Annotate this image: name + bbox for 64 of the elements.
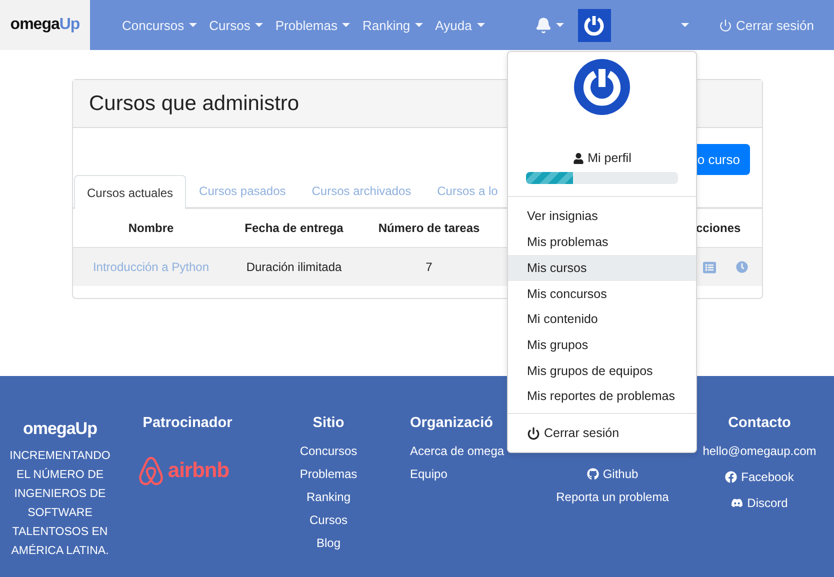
table-cell-text: Duración ilimitada — [245, 260, 343, 274]
caret-icon — [556, 23, 564, 27]
nav-menu-link[interactable]: Problemas — [275, 18, 350, 32]
user-avatar-button[interactable] — [578, 8, 611, 42]
column-header: Fecha de entrega — [244, 221, 344, 235]
column-header: Nombre — [127, 221, 175, 235]
facebook-icon — [725, 471, 738, 483]
card-title: Cursos que administro — [89, 92, 300, 116]
notifications-button[interactable] — [534, 16, 564, 34]
power-icon — [527, 426, 540, 440]
caret-icon — [255, 23, 264, 27]
column-header: cciones — [696, 221, 742, 235]
tagline: INCREMENTANDO EL NÚMERO DE INGENIEROS DE SOFTWARE TALENTOSOS EN AMÉRICA LATINA. — [8, 449, 112, 559]
caret-icon[interactable] — [680, 23, 689, 27]
logout-menu-item[interactable]: Cerrar sesión — [508, 414, 696, 452]
footer-link[interactable]: Github — [586, 465, 638, 483]
profile-link[interactable]: Mi perfil — [572, 151, 632, 165]
menu-item[interactable]: Mis concursos — [508, 280, 696, 306]
caret-icon — [476, 23, 485, 27]
site-logo[interactable]: omegaUp — [10, 16, 80, 34]
menu-item[interactable]: Mis reportes de problemas — [508, 383, 696, 410]
footer-logo: omegaUp — [23, 419, 97, 439]
footer-link[interactable]: Reporta un problema — [556, 488, 669, 506]
github-icon — [586, 468, 599, 480]
footer-heading: Patrocinador — [142, 414, 232, 433]
list-icon[interactable] — [703, 260, 716, 274]
footer-link[interactable]: Acerca de omega — [410, 442, 504, 460]
bell-icon — [534, 16, 552, 34]
discord-icon — [731, 497, 744, 509]
footer-heading: Organizació — [410, 414, 493, 433]
column-header: Número de tareas — [377, 221, 481, 235]
footer-link[interactable]: Discord — [731, 494, 788, 512]
caret-icon — [342, 23, 350, 27]
clock-icon[interactable] — [736, 260, 748, 272]
caret-icon — [415, 23, 424, 27]
menu-item[interactable]: Mis grupos — [508, 332, 696, 358]
logout-link[interactable]: Cerrar sesión — [718, 18, 814, 32]
table-cell-text: 7 — [424, 260, 434, 274]
course-tab[interactable]: Cursos actuales — [74, 175, 186, 209]
menu-item[interactable]: Mi contenido — [508, 306, 696, 332]
nav-menu-link[interactable]: Cursos — [209, 18, 264, 32]
footer-link[interactable]: Cursos — [309, 511, 348, 529]
nav-menu-link[interactable]: Ranking — [362, 18, 424, 32]
nav-menu-link[interactable]: Ayuda — [435, 18, 485, 32]
menu-item[interactable]: Mis grupos de equipos — [508, 358, 696, 384]
menu-item[interactable]: Mis cursos — [508, 255, 696, 281]
footer-link[interactable]: Equipo — [410, 465, 448, 483]
user-icon — [572, 152, 584, 164]
footer-link[interactable]: Blog — [316, 534, 341, 552]
footer-link[interactable]: hello@omegaup.com — [702, 442, 816, 460]
footer-link[interactable]: Ranking — [306, 488, 351, 506]
footer-heading: Contacto — [728, 414, 791, 433]
footer-link[interactable]: Concursos — [300, 442, 358, 460]
footer-heading: Sitio — [312, 414, 344, 433]
power-logo-icon — [582, 13, 606, 37]
power-icon — [718, 18, 732, 32]
menu-item[interactable]: Ver insignias — [508, 204, 696, 230]
caret-icon — [189, 23, 198, 27]
nav-menu-link[interactable]: Concursos — [122, 18, 198, 32]
footer-link[interactable]: Problemas — [300, 465, 358, 483]
menu-item[interactable]: Mis problemas — [508, 229, 696, 256]
footer-link[interactable]: Facebook — [725, 468, 794, 486]
sponsor-logo-icon — [138, 456, 164, 486]
user-avatar — [574, 59, 630, 115]
